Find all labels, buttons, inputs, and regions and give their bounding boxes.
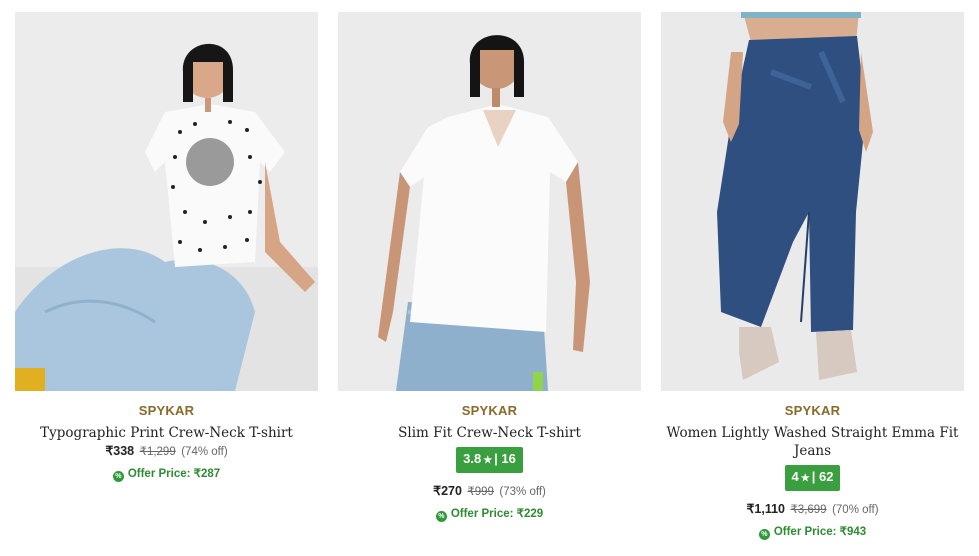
discount-percent: (74% off) bbox=[181, 446, 228, 458]
product-image[interactable] bbox=[338, 12, 641, 391]
rating-value: 4 bbox=[791, 469, 799, 484]
product-grid: SPYKAR Typographic Print Crew-Neck T-shi… bbox=[0, 0, 979, 556]
discount-percent: (70% off) bbox=[832, 504, 879, 516]
selling-price: ₹338 bbox=[105, 444, 135, 458]
offer-price: % Offer Price: ₹943 bbox=[661, 525, 964, 540]
offer-price: % Offer Price: ₹229 bbox=[338, 507, 641, 522]
product-photo-jeans bbox=[661, 12, 964, 391]
product-image[interactable] bbox=[661, 12, 964, 391]
product-card[interactable]: SPYKAR Women Lightly Washed Straight Emm… bbox=[661, 12, 964, 540]
rating-separator: | bbox=[494, 451, 498, 466]
price-row: ₹270 ₹999 (73% off) bbox=[338, 483, 641, 500]
brand-name: SPYKAR bbox=[461, 403, 518, 418]
mrp-price: ₹999 bbox=[467, 486, 494, 498]
selling-price: ₹270 bbox=[433, 484, 462, 498]
discount-percent: (73% off) bbox=[499, 486, 546, 498]
rating-badge[interactable]: 4 ★ | 62 bbox=[784, 465, 841, 491]
rating-separator: | bbox=[811, 469, 816, 484]
percent-tag-icon: % bbox=[112, 471, 124, 482]
rating-row: 4 ★ | 62 bbox=[661, 465, 964, 491]
star-icon: ★ bbox=[483, 455, 493, 466]
offer-price-label: Offer Price: ₹943 bbox=[773, 526, 867, 538]
product-title[interactable]: Slim Fit Crew-Neck T-shirt bbox=[338, 424, 641, 442]
rating-row: 3.8 ★ | 16 bbox=[338, 447, 641, 473]
product-card[interactable]: SPYKAR Typographic Print Crew-Neck T-shi… bbox=[15, 12, 318, 482]
product-title[interactable]: Typographic Print Crew-Neck T-shirt bbox=[15, 424, 318, 442]
selling-price: ₹1,110 bbox=[746, 502, 785, 516]
rating-value: 3.8 bbox=[463, 451, 482, 466]
product-title[interactable]: Women Lightly Washed Straight Emma Fit J… bbox=[661, 424, 964, 460]
offer-price-label: Offer Price: ₹287 bbox=[127, 468, 221, 480]
price-row: ₹1,110 ₹3,699 (70% off) bbox=[661, 501, 964, 518]
offer-price-label: Offer Price: ₹229 bbox=[450, 508, 544, 520]
offer-price: % Offer Price: ₹287 bbox=[15, 467, 318, 482]
product-image[interactable] bbox=[15, 12, 318, 391]
rating-badge[interactable]: 3.8 ★ | 16 bbox=[456, 447, 523, 473]
mrp-price: ₹3,699 bbox=[790, 504, 827, 516]
star-icon: ★ bbox=[800, 473, 810, 484]
percent-tag-icon: % bbox=[435, 511, 447, 522]
brand-name: SPYKAR bbox=[784, 403, 841, 418]
brand-name: SPYKAR bbox=[138, 403, 195, 418]
price-row: ₹338 ₹1,299 (74% off) bbox=[15, 443, 318, 460]
percent-tag-icon: % bbox=[758, 529, 770, 540]
rating-count: 62 bbox=[819, 469, 834, 484]
rating-count: 16 bbox=[501, 451, 516, 466]
mrp-price: ₹1,299 bbox=[139, 446, 176, 458]
product-photo-white-tshirt bbox=[338, 12, 641, 391]
product-card[interactable]: SPYKAR Slim Fit Crew-Neck T-shirt 3.8 ★ | … bbox=[338, 12, 641, 522]
product-photo-tshirt-polka bbox=[15, 12, 318, 391]
